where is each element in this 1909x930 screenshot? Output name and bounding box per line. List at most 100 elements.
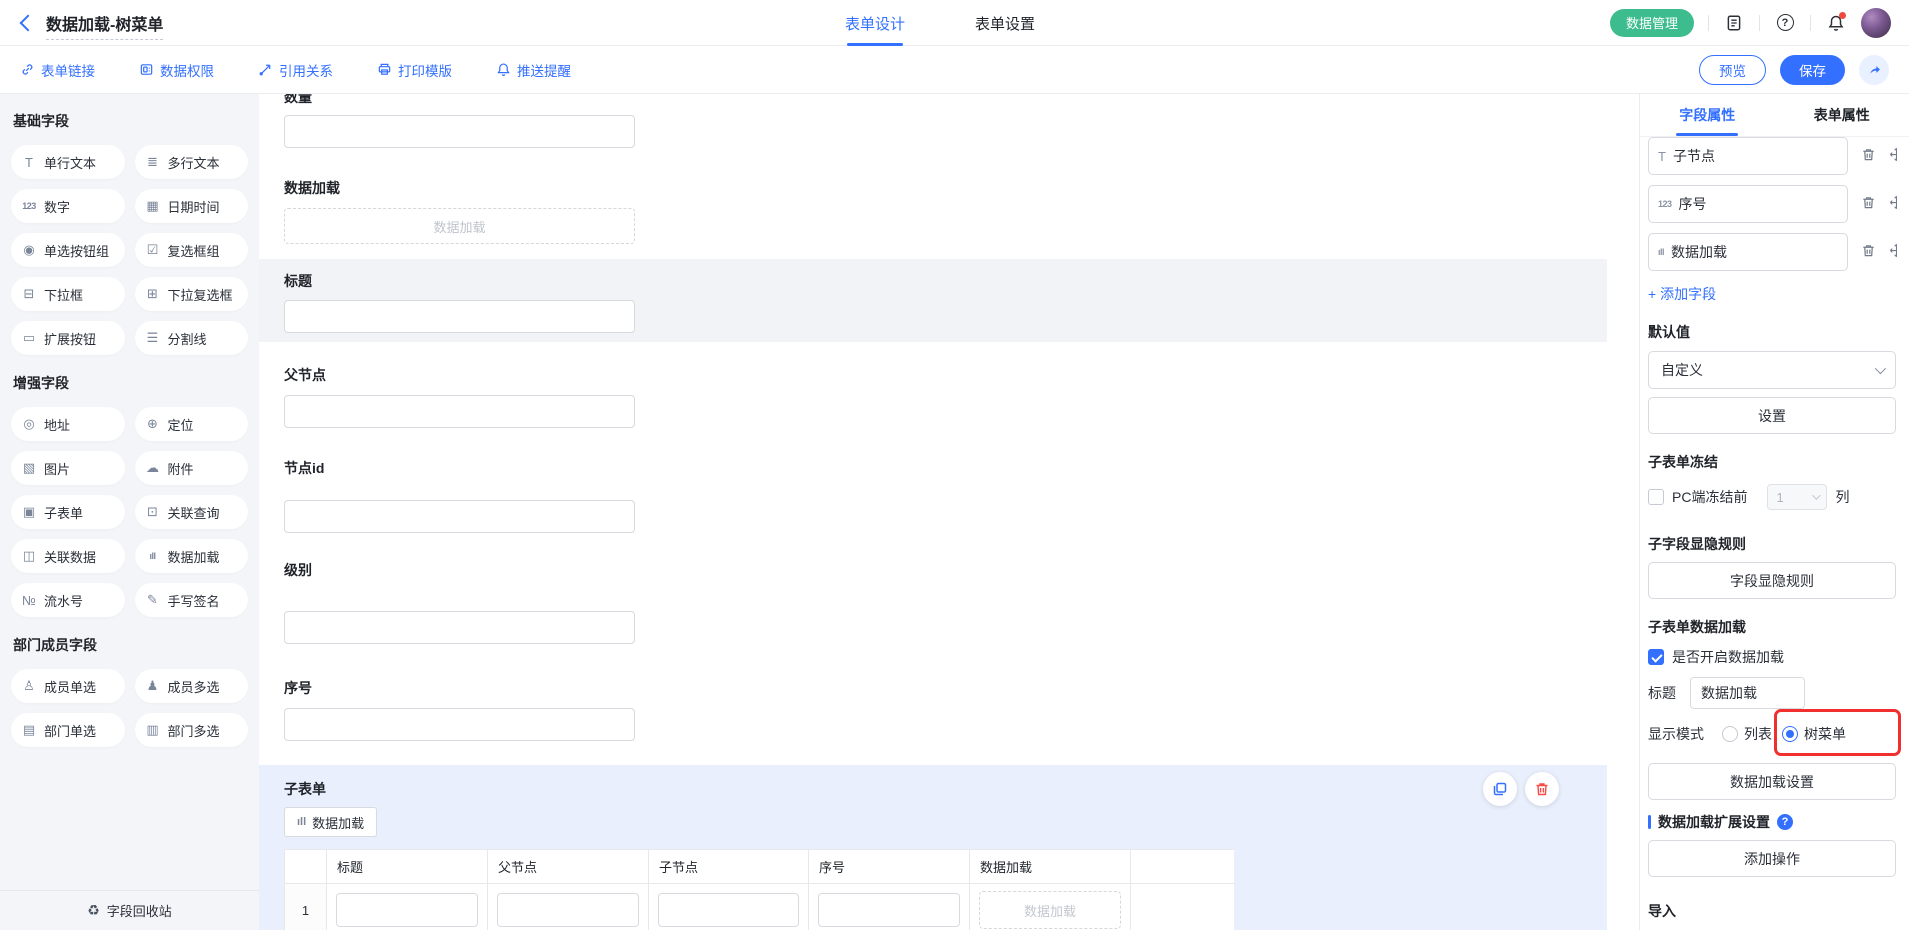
avatar[interactable] [1861,8,1891,38]
node-id-input[interactable] [284,500,635,533]
field-multi-line-text[interactable]: ≣多行文本 [135,145,249,179]
back-icon[interactable] [20,14,37,31]
field-visibility-rules-button[interactable]: 字段显隐规则 [1648,562,1896,599]
delete-field-icon[interactable] [1861,243,1876,258]
level-input[interactable] [284,611,635,644]
field-checkbox-group[interactable]: ☑复选框组 [135,233,249,267]
docs-icon[interactable] [1723,12,1745,34]
field-number[interactable]: 123数字 [11,189,125,223]
panel-field-data-load[interactable]: ıll 数据加载 [1648,233,1848,271]
field-datetime[interactable]: ▦日期时间 [135,189,249,223]
field-select[interactable]: ⊟下拉框 [11,277,125,311]
field-single-line-text[interactable]: T单行文本 [11,145,125,179]
mode-option-list[interactable]: 列表 [1722,724,1772,744]
freeze-column-select[interactable]: 1 [1767,484,1827,510]
canvas-field-data-load[interactable]: 数据加载 数据加载 [259,178,1607,244]
number-icon: 123 [21,201,37,211]
quantity-input[interactable] [284,115,635,148]
canvas-field-sequence[interactable]: 序号 [259,678,1607,741]
data-load-settings-button[interactable]: 数据加载设置 [1648,763,1896,800]
toolbar: 表单链接 数据权限 引用关系 打印模版 推送提醒 预览 保存 [0,46,1909,94]
tab-form-properties[interactable]: 表单属性 [1775,94,1909,136]
image-icon: ▧ [21,460,37,476]
field-address[interactable]: ◎地址 [11,407,125,441]
tab-form-design[interactable]: 表单设计 [845,0,905,46]
help-icon[interactable]: ? [1777,814,1793,830]
row-sequence-input[interactable] [818,893,960,927]
data-manage-button[interactable]: 数据管理 [1610,9,1694,37]
field-recycle-bin[interactable]: ♻ 字段回收站 [0,890,259,930]
field-dept-multi[interactable]: ▥部门多选 [135,713,249,747]
canvas-field-title[interactable]: 标题 [259,259,1607,342]
drag-move-icon[interactable] [1889,195,1897,210]
canvas-subform-block[interactable]: 子表单 ıll 数据加载 标题 父节点 子节点 序号 数据加载 1 [259,765,1607,930]
tree-menu-radio[interactable] [1782,726,1798,742]
member-single-icon: ♙ [21,678,37,694]
tab-field-properties[interactable]: 字段属性 [1640,94,1775,136]
section-title-enhanced-fields: 增强字段 [13,373,248,393]
parent-node-input[interactable] [284,395,635,428]
panel-field-child-node[interactable]: T 子节点 [1648,137,1848,175]
save-button[interactable]: 保存 [1780,55,1845,85]
data-permission-button[interactable]: 数据权限 [139,60,214,80]
row-title-input[interactable] [336,893,478,927]
field-subform[interactable]: ▣子表单 [11,495,125,529]
default-value-select[interactable]: 自定义 [1648,351,1896,389]
drag-move-icon[interactable] [1889,147,1897,162]
properties-panel: 字段属性 表单属性 T 子节点 123 序号 [1639,94,1909,930]
field-member-single[interactable]: ♙成员单选 [11,669,125,703]
push-reminder-button[interactable]: 推送提醒 [496,60,571,80]
field-serial-number[interactable]: №流水号 [11,583,125,617]
default-value-settings-button[interactable]: 设置 [1648,397,1896,434]
field-multi-select[interactable]: ⊞下拉复选框 [135,277,249,311]
list-radio[interactable] [1722,726,1738,742]
panel-field-sequence[interactable]: 123 序号 [1648,185,1848,223]
field-signature[interactable]: ✎手写签名 [135,583,249,617]
share-icon[interactable] [1859,55,1889,85]
page-title[interactable]: 数据加载-树菜单 [46,11,163,40]
print-template-button[interactable]: 打印模版 [377,60,452,80]
data-load-placeholder-button[interactable]: 数据加载 [284,208,635,244]
sequence-input[interactable] [284,708,635,741]
divider [1759,15,1760,31]
form-link-button[interactable]: 表单链接 [20,60,95,80]
copy-subform-button[interactable] [1483,772,1517,806]
delete-field-icon[interactable] [1861,147,1876,162]
notification-bell-icon[interactable] [1825,12,1847,34]
field-image[interactable]: ▧图片 [11,451,125,485]
row-child-node-input[interactable] [658,893,799,927]
drag-move-icon[interactable] [1889,243,1897,258]
preview-button[interactable]: 预览 [1699,55,1766,85]
row-data-load-button[interactable]: 数据加载 [979,891,1121,929]
field-attachment[interactable]: ☁附件 [135,451,249,485]
help-icon[interactable]: ? [1774,12,1796,34]
field-radio-group[interactable]: ◉单选按钮组 [11,233,125,267]
canvas-field-node-id[interactable]: 节点id [259,458,1607,533]
canvas-field-quantity[interactable]: 数量 [259,94,1607,148]
field-dept-single[interactable]: ▤部门单选 [11,713,125,747]
field-related-query[interactable]: ⊡关联查询 [135,495,249,529]
freeze-checkbox[interactable] [1648,489,1664,505]
delete-field-icon[interactable] [1861,195,1876,210]
data-load-title-input[interactable] [1690,677,1805,709]
related-data-icon: ◫ [21,548,37,564]
add-field-link[interactable]: + 添加字段 [1648,284,1716,304]
reference-relation-button[interactable]: 引用关系 [258,60,333,80]
field-location[interactable]: ⊕定位 [135,407,249,441]
row-parent-node-input[interactable] [497,893,639,927]
field-related-data[interactable]: ◫关联数据 [11,539,125,573]
canvas-field-parent-node[interactable]: 父节点 [259,365,1607,428]
add-operation-button[interactable]: 添加操作 [1648,840,1896,877]
field-extend-button[interactable]: ▭扩展按钮 [11,321,125,355]
field-data-load[interactable]: ıll数据加载 [135,539,249,573]
title-input[interactable] [284,300,635,333]
field-member-multi[interactable]: ♟成员多选 [135,669,249,703]
canvas-field-level[interactable]: 级别 [259,560,1607,644]
field-divider[interactable]: ☰分割线 [135,321,249,355]
table-cell [1131,884,1234,930]
mode-option-tree-menu[interactable]: 树菜单 [1782,724,1846,744]
tab-form-settings[interactable]: 表单设置 [975,0,1035,46]
delete-subform-button[interactable] [1525,772,1559,806]
enable-data-load-checkbox[interactable] [1648,649,1664,665]
subform-data-load-button[interactable]: ıll 数据加载 [284,807,377,837]
